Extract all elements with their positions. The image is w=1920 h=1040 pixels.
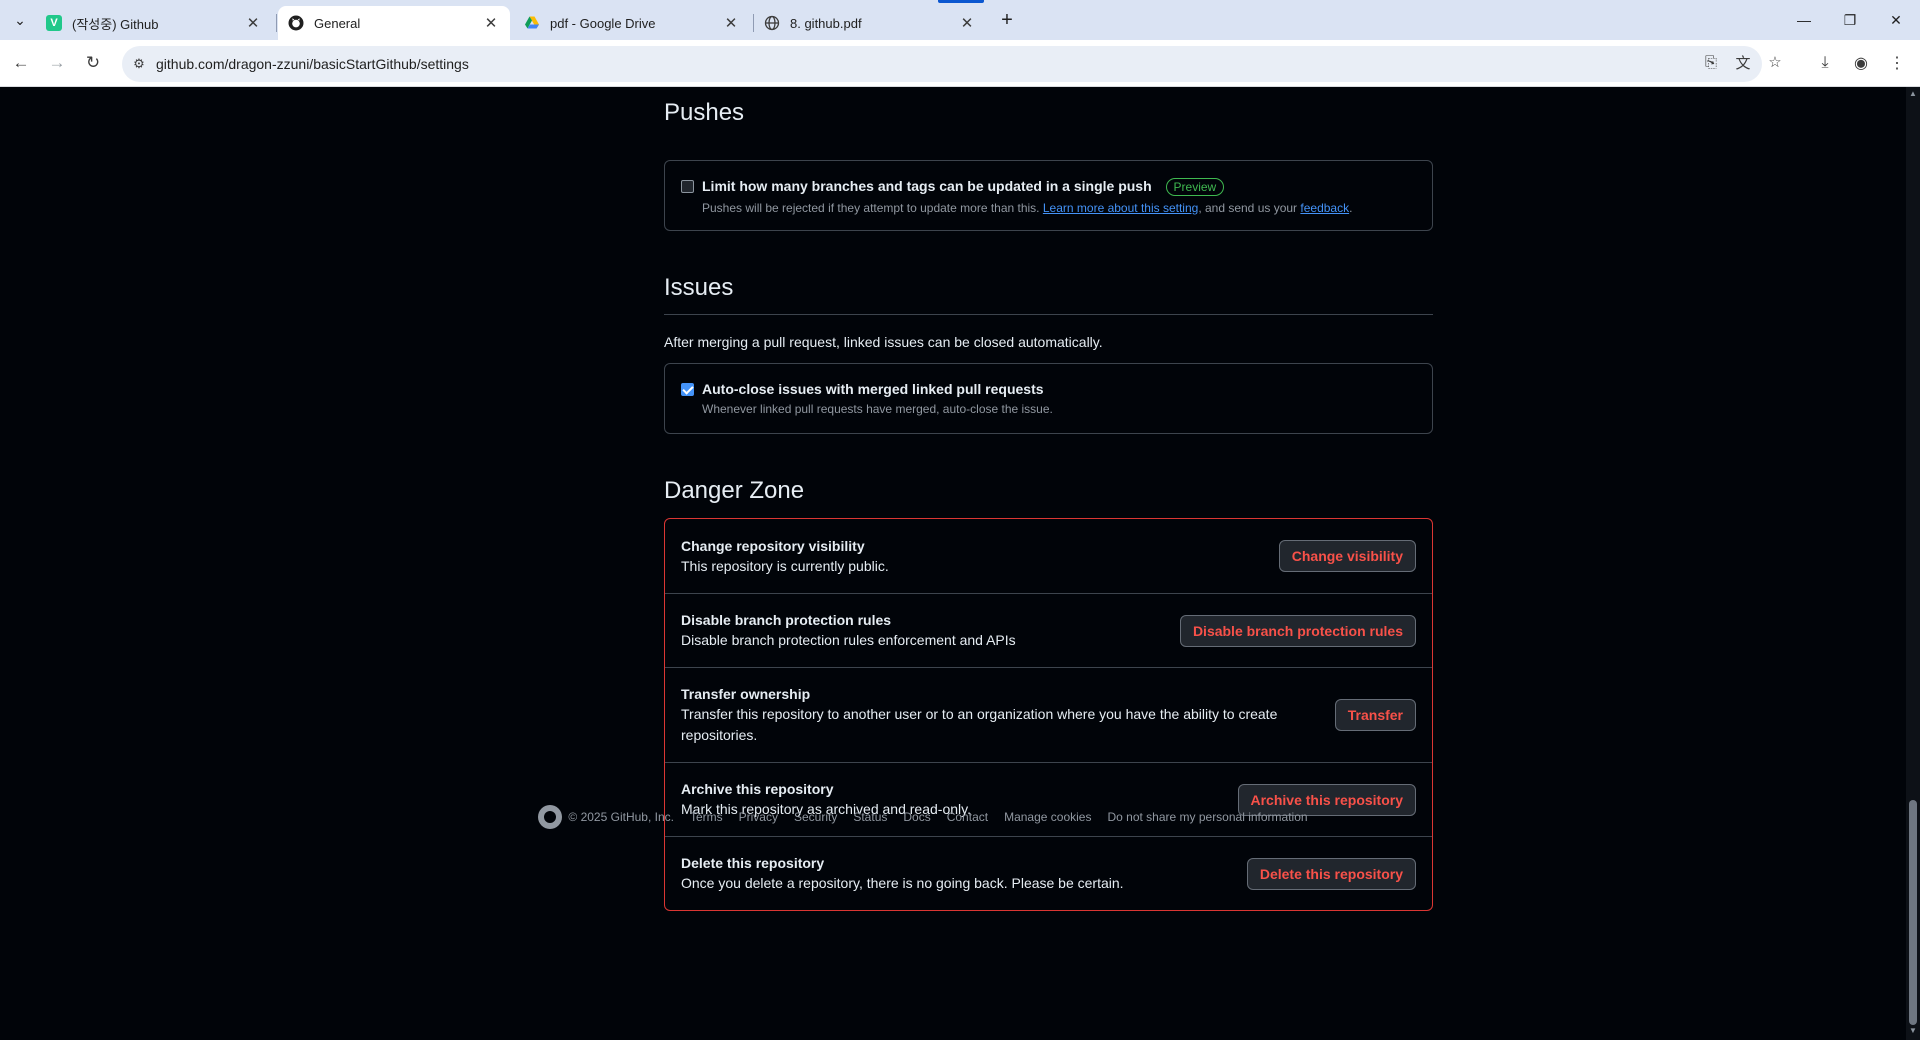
restore-icon[interactable]: ❐ — [1836, 8, 1864, 32]
danger-row-desc: Disable branch protection rules enforcem… — [681, 632, 1016, 648]
footer-link-security[interactable]: Security — [794, 810, 837, 824]
tab-2[interactable]: General ✕ — [278, 6, 510, 40]
profile-icon[interactable]: ◉ — [1849, 51, 1873, 75]
tab-title: 8. github.pdf — [790, 15, 862, 31]
issues-heading: Issues — [664, 274, 734, 301]
close-icon[interactable]: ✕ — [244, 14, 262, 32]
danger-row-desc: This repository is currently public. — [681, 557, 889, 574]
preview-badge: Preview — [1165, 178, 1225, 196]
auto-close-issues-checkbox[interactable] — [681, 383, 694, 396]
danger-row-desc: Once you delete a repository, there is n… — [681, 875, 1124, 891]
footer-link-status[interactable]: Status — [853, 810, 887, 824]
close-icon[interactable]: ✕ — [482, 14, 500, 32]
footer-link-do-not-share[interactable]: Do not share my personal information — [1107, 810, 1307, 824]
new-tab-plus-icon[interactable]: + — [995, 8, 1019, 32]
tab-4[interactable]: 8. github.pdf ✕ — [754, 6, 986, 40]
github-settings-page: Pushes Limit how many branches and tags … — [0, 87, 1906, 1040]
tab-separator — [276, 14, 277, 32]
transfer-button[interactable]: Transfer — [1334, 699, 1416, 731]
close-icon[interactable]: ✕ — [722, 14, 740, 32]
danger-row-transfer: Transfer ownership Transfer this reposit… — [665, 667, 1432, 762]
issues-divider — [664, 314, 1433, 315]
minimize-icon[interactable]: — — [1790, 8, 1818, 32]
bookmark-star-icon[interactable]: ☆ — [1763, 50, 1787, 74]
v-app-icon: V — [46, 15, 62, 31]
scrollbar-thumb[interactable] — [1909, 800, 1917, 1025]
site-info-icon[interactable]: ⚙ — [122, 56, 156, 72]
tab-title: (작성중) Github — [72, 16, 159, 32]
danger-row-delete: Delete this repository Once you delete a… — [665, 836, 1432, 910]
danger-zone-box: Change repository visibility This reposi… — [664, 518, 1433, 911]
change-visibility-button[interactable]: Change visibility — [1278, 540, 1416, 572]
tab-1[interactable]: V (작성중) Github ✕ — [36, 6, 272, 40]
pushes-note-middle: , and send us your — [1198, 201, 1298, 215]
delete-repository-button[interactable]: Delete this repository — [1246, 857, 1416, 890]
pushes-note-text: Pushes will be rejected if they attempt … — [702, 201, 1040, 215]
danger-row-title: Delete this repository — [681, 855, 825, 871]
back-arrow-icon[interactable]: ← — [8, 50, 34, 76]
danger-row-desc: Transfer this repository to another user… — [681, 706, 1278, 743]
tab-strip: ⌄ V (작성중) Github ✕ General ✕ pdf - Googl… — [0, 0, 1920, 40]
footer-link-docs[interactable]: Docs — [903, 810, 930, 824]
github-icon — [288, 15, 304, 31]
danger-row-title: Transfer ownership — [681, 686, 811, 702]
danger-row-title: Archive this repository — [681, 781, 834, 797]
tab-loading-indicator — [938, 0, 984, 3]
issues-description: After merging a pull request, linked iss… — [664, 334, 1103, 350]
pushes-box: Limit how many branches and tags can be … — [664, 160, 1433, 231]
tab-3[interactable]: pdf - Google Drive ✕ — [514, 6, 750, 40]
globe-icon — [764, 15, 780, 31]
scroll-down-arrow-icon[interactable]: ▼ — [1909, 1027, 1917, 1035]
close-icon[interactable]: ✕ — [958, 14, 976, 32]
window-close-icon[interactable]: ✕ — [1882, 8, 1910, 32]
browser-toolbar: ← → ↻ ⚙ github.com/dragon-zzuni/basicSta… — [0, 40, 1920, 87]
auto-close-note: Whenever linked pull requests have merge… — [702, 402, 1053, 416]
limit-push-label: Limit how many branches and tags can be … — [702, 178, 1152, 194]
danger-row-branch-protection: Disable branch protection rules Disable … — [665, 593, 1432, 667]
pushes-note-end: . — [1349, 201, 1353, 215]
scroll-up-arrow-icon[interactable]: ▲ — [1909, 90, 1917, 98]
footer-copyright: © 2025 GitHub, Inc. — [568, 810, 674, 824]
download-icon[interactable]: ⤓ — [1813, 51, 1837, 75]
url-text[interactable]: github.com/dragon-zzuni/basicStartGithub… — [156, 56, 469, 72]
footer-link-privacy[interactable]: Privacy — [739, 810, 778, 824]
feedback-link[interactable]: feedback — [1300, 201, 1349, 215]
danger-row-title: Change repository visibility — [681, 537, 865, 554]
pushes-heading: Pushes — [664, 99, 745, 126]
danger-row-visibility: Change repository visibility This reposi… — [665, 519, 1432, 593]
address-bar[interactable]: ⚙ github.com/dragon-zzuni/basicStartGith… — [122, 46, 1762, 82]
more-menu-icon[interactable]: ⋮ — [1885, 51, 1909, 75]
danger-row-title: Disable branch protection rules — [681, 612, 892, 628]
page-footer: © 2025 GitHub, Inc. Terms Privacy Securi… — [0, 805, 1906, 829]
disable-branch-protection-button[interactable]: Disable branch protection rules — [1179, 614, 1416, 647]
google-drive-icon — [524, 15, 540, 31]
reload-icon[interactable]: ↻ — [80, 50, 106, 76]
tab-title: pdf - Google Drive — [550, 15, 656, 31]
page-scrollbar[interactable]: ▲ ▼ — [1906, 87, 1920, 1040]
install-app-icon[interactable]: ⎘ — [1699, 50, 1723, 74]
forward-arrow-icon[interactable]: → — [44, 50, 70, 76]
footer-link-manage-cookies[interactable]: Manage cookies — [1004, 810, 1091, 824]
translate-icon[interactable]: 文 — [1731, 50, 1755, 74]
issues-box: Auto-close issues with merged linked pul… — [664, 363, 1433, 434]
tab-search-chevron-icon[interactable]: ⌄ — [6, 8, 34, 32]
danger-zone-heading: Danger Zone — [664, 477, 805, 504]
github-logo-icon[interactable] — [538, 805, 563, 829]
tab-title: General — [314, 15, 361, 31]
limit-push-checkbox[interactable] — [681, 180, 694, 193]
footer-link-contact[interactable]: Contact — [947, 810, 988, 824]
auto-close-label: Auto-close issues with merged linked pul… — [702, 381, 1044, 397]
learn-more-link[interactable]: Learn more about this setting — [1043, 201, 1198, 215]
pushes-note: Pushes will be rejected if they attempt … — [702, 201, 1352, 215]
footer-link-terms[interactable]: Terms — [690, 810, 723, 824]
